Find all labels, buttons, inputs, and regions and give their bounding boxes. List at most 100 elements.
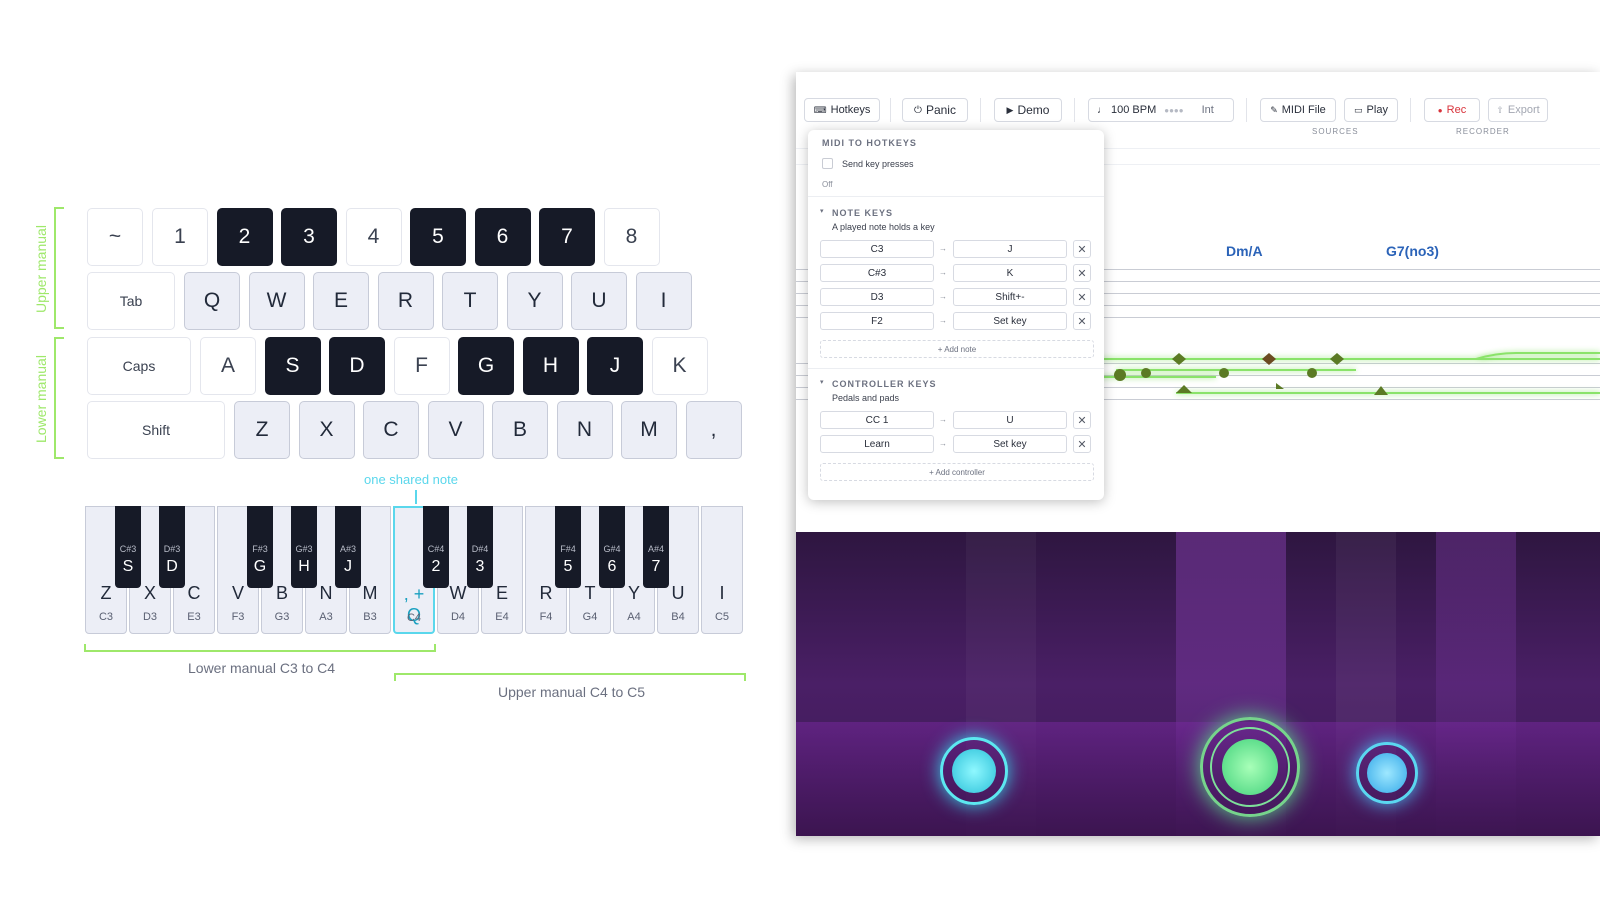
piano-black-key[interactable]: A#4 7 bbox=[643, 506, 669, 588]
panic-button[interactable]: ⏻ Panic bbox=[902, 98, 968, 122]
add-controller-button[interactable]: + Add controller bbox=[820, 463, 1094, 481]
remove-mapping-close-icon[interactable]: ✕ bbox=[1073, 435, 1091, 453]
remove-mapping-close-icon[interactable]: ✕ bbox=[1073, 240, 1091, 258]
key-g[interactable]: G bbox=[458, 337, 514, 395]
key-2[interactable]: 2 bbox=[216, 208, 273, 266]
key-3[interactable]: 3 bbox=[281, 208, 337, 266]
key-q[interactable]: Q bbox=[184, 272, 240, 330]
piano-key-letter: 6 bbox=[607, 558, 617, 575]
key-6[interactable]: 6 bbox=[474, 208, 531, 266]
remove-mapping-close-icon[interactable]: ✕ bbox=[1073, 312, 1091, 330]
mapping-source-field[interactable]: D3 bbox=[820, 288, 934, 306]
mapping-target-field[interactable]: Set key bbox=[953, 435, 1067, 453]
export-button[interactable]: ⇧ Export bbox=[1488, 98, 1548, 122]
key-r[interactable]: R bbox=[377, 272, 434, 330]
key-y[interactable]: Y bbox=[506, 272, 563, 330]
key-w[interactable]: W bbox=[248, 272, 305, 330]
stage: ~1 2 3 4 5 6 7 8 Tab Q W E R T Y U I Caps A S D F G H J K Shift Z X C… bbox=[0, 0, 1600, 900]
piano-key-letter: H bbox=[298, 558, 310, 575]
tempo-control[interactable]: ♩ 100 BPM ●●●● Int bbox=[1088, 98, 1234, 122]
remove-mapping-close-icon[interactable]: ✕ bbox=[1073, 288, 1091, 306]
key-i[interactable]: I bbox=[635, 272, 692, 330]
divider bbox=[808, 196, 1104, 197]
hotkeys-button[interactable]: ⌨ Hotkeys bbox=[804, 98, 880, 122]
keyboard-floor bbox=[796, 722, 1600, 836]
key-comma[interactable]: , bbox=[685, 401, 742, 459]
piano-black-key[interactable]: D#4 3 bbox=[467, 506, 493, 588]
mapping-source-field[interactable]: CC 1 bbox=[820, 411, 934, 429]
mapping-target-field[interactable]: K bbox=[953, 264, 1067, 282]
key-c[interactable]: C bbox=[363, 401, 419, 459]
note-head bbox=[1141, 368, 1151, 378]
clock-source: Int bbox=[1201, 104, 1214, 116]
piano-white-key[interactable]: I C5 bbox=[701, 506, 743, 634]
piano-key-note: E3 bbox=[187, 611, 201, 623]
piano-black-key[interactable]: A#3 J bbox=[335, 506, 361, 588]
key-e[interactable]: E bbox=[313, 272, 369, 330]
key-caps[interactable]: Caps bbox=[87, 337, 191, 395]
key-k[interactable]: K bbox=[651, 337, 708, 395]
mapping-target-field[interactable]: J bbox=[953, 240, 1067, 258]
key-8[interactable]: 8 bbox=[603, 208, 660, 266]
file-icon: ✎ bbox=[1270, 104, 1278, 115]
piano-black-key[interactable]: D#3 D bbox=[159, 506, 185, 588]
key-a[interactable]: A bbox=[200, 337, 256, 395]
key-tab[interactable]: Tab bbox=[87, 272, 175, 330]
remove-mapping-close-icon[interactable]: ✕ bbox=[1073, 411, 1091, 429]
key-z[interactable]: Z bbox=[234, 401, 290, 459]
key-n[interactable]: N bbox=[556, 401, 613, 459]
key-u[interactable]: U bbox=[571, 272, 627, 330]
arrow-right-icon: → bbox=[939, 439, 947, 448]
piano-black-key[interactable]: C#3 S bbox=[115, 506, 141, 588]
upper-manual-bracket bbox=[54, 207, 64, 329]
piano-key-letter: I bbox=[719, 583, 725, 603]
piano-black-key[interactable]: F#4 5 bbox=[555, 506, 581, 588]
midi-file-button[interactable]: ✎ MIDI File bbox=[1260, 98, 1336, 122]
mapping-target-field[interactable]: U bbox=[953, 411, 1067, 429]
piano-key-note: G4 bbox=[582, 611, 598, 623]
key-1[interactable]: 1 bbox=[152, 208, 208, 266]
mapping-source-field[interactable]: C3 bbox=[820, 240, 934, 258]
key-5[interactable]: 5 bbox=[410, 208, 466, 266]
piano-key-letter: 7 bbox=[651, 558, 661, 575]
note-head bbox=[1374, 386, 1388, 395]
beat-dots-icon: ●●●● bbox=[1164, 105, 1184, 115]
glow-orb-cyan bbox=[940, 737, 1008, 805]
lower-range-line bbox=[84, 644, 436, 652]
remove-mapping-close-icon[interactable]: ✕ bbox=[1073, 264, 1091, 282]
key-v[interactable]: V bbox=[427, 401, 484, 459]
key-tilde[interactable]: ~ bbox=[87, 208, 143, 266]
mapping-source-field[interactable]: C#3 bbox=[820, 264, 934, 282]
key-b[interactable]: B bbox=[492, 401, 548, 459]
demo-button[interactable]: ▶ Demo bbox=[994, 98, 1062, 122]
piano-key-note: G#3 bbox=[295, 544, 313, 554]
key-shift[interactable]: Shift bbox=[87, 401, 225, 459]
rec-button[interactable]: ● Rec bbox=[1424, 98, 1480, 122]
mapping-target-field[interactable]: Set key bbox=[953, 312, 1067, 330]
key-t[interactable]: T bbox=[442, 272, 498, 330]
chevron-down-icon[interactable]: ▾ bbox=[820, 378, 824, 386]
chevron-down-icon[interactable]: ▾ bbox=[820, 207, 824, 215]
mapping-target-field[interactable]: Shift+- bbox=[953, 288, 1067, 306]
key-h[interactable]: H bbox=[522, 337, 579, 395]
play-button[interactable]: ▭ Play bbox=[1344, 98, 1398, 122]
key-m[interactable]: M bbox=[621, 401, 677, 459]
key-x[interactable]: X bbox=[298, 401, 355, 459]
key-d[interactable]: D bbox=[329, 337, 385, 395]
key-j[interactable]: J bbox=[587, 337, 643, 395]
add-note-button[interactable]: + Add note bbox=[820, 340, 1094, 358]
mapping-source-field[interactable]: F2 bbox=[820, 312, 934, 330]
piano-black-key[interactable]: F#3 G bbox=[247, 506, 273, 588]
piano-key-note: C5 bbox=[714, 611, 730, 623]
piano-black-key[interactable]: G#3 H bbox=[291, 506, 317, 588]
key-f[interactable]: F bbox=[393, 337, 450, 395]
piano-black-key[interactable]: C#4 2 bbox=[423, 506, 449, 588]
mapping-source-field[interactable]: Learn bbox=[820, 435, 934, 453]
key-7[interactable]: 7 bbox=[539, 208, 595, 266]
controller-keys-description: Pedals and pads bbox=[832, 393, 900, 403]
key-s[interactable]: S bbox=[264, 337, 321, 395]
send-key-presses-checkbox[interactable] bbox=[822, 158, 833, 169]
key-4[interactable]: 4 bbox=[345, 208, 402, 266]
piano-black-key[interactable]: G#4 6 bbox=[599, 506, 625, 588]
piano-key-note: F#3 bbox=[252, 544, 268, 554]
